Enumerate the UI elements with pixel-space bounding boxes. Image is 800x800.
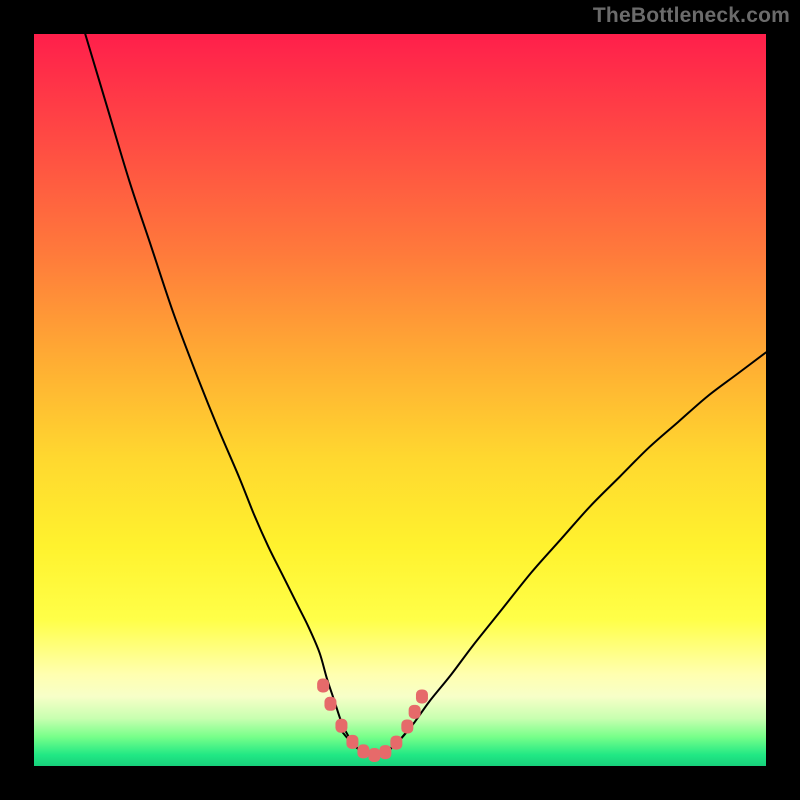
valley-marker <box>324 697 336 711</box>
plot-area <box>34 34 766 766</box>
chart-svg <box>34 34 766 766</box>
valley-marker <box>416 689 428 703</box>
valley-marker <box>409 705 421 719</box>
valley-marker <box>401 719 413 733</box>
valley-marker <box>368 748 380 762</box>
attribution-text: TheBottleneck.com <box>593 4 790 28</box>
valley-marker <box>335 719 347 733</box>
valley-marker <box>390 736 402 750</box>
valley-marker <box>346 735 358 749</box>
chart-background <box>34 34 766 766</box>
chart-frame: TheBottleneck.com <box>0 0 800 800</box>
valley-marker <box>357 744 369 758</box>
valley-marker <box>379 745 391 759</box>
valley-marker <box>317 678 329 692</box>
